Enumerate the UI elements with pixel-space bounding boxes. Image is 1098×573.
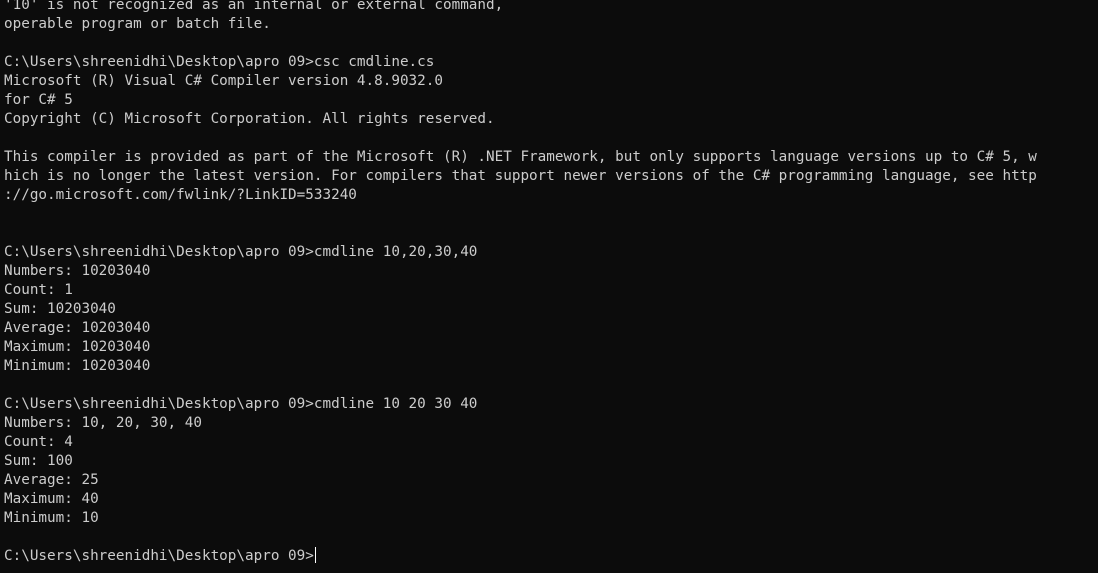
- output-line: Microsoft (R) Visual C# Compiler version…: [4, 73, 443, 89]
- output-line: ://go.microsoft.com/fwlink/?LinkID=53324…: [4, 187, 357, 203]
- output-line: for C# 5: [4, 92, 73, 108]
- output-line: Sum: 100: [4, 453, 73, 469]
- output-line: '10' is not recognized as an internal or…: [4, 0, 504, 13]
- output-line: Numbers: 10, 20, 30, 40: [4, 415, 202, 431]
- output-line: Count: 1: [4, 282, 73, 298]
- output-line: Sum: 10203040: [4, 301, 116, 317]
- output-line: Count: 4: [4, 434, 73, 450]
- output-line: Numbers: 10203040: [4, 263, 151, 279]
- command-line: C:\Users\shreenidhi\Desktop\apro 09>cmdl…: [4, 244, 478, 260]
- terminal-output: '10' is not recognized as an internal or…: [4, 0, 1098, 566]
- prompt-text: C:\Users\shreenidhi\Desktop\apro 09>: [4, 548, 314, 564]
- active-prompt-line[interactable]: C:\Users\shreenidhi\Desktop\apro 09>: [4, 547, 1098, 566]
- text-cursor: [314, 547, 316, 563]
- output-line: Maximum: 40: [4, 491, 99, 507]
- command-line: C:\Users\shreenidhi\Desktop\apro 09>cmdl…: [4, 396, 478, 412]
- command-line: C:\Users\shreenidhi\Desktop\apro 09>csc …: [4, 54, 435, 70]
- output-line: operable program or batch file.: [4, 16, 271, 32]
- output-line: Minimum: 10203040: [4, 358, 151, 374]
- output-line: Maximum: 10203040: [4, 339, 151, 355]
- output-line: hich is no longer the latest version. Fo…: [4, 168, 1037, 184]
- output-line: Average: 25: [4, 472, 99, 488]
- output-line: Copyright (C) Microsoft Corporation. All…: [4, 111, 495, 127]
- output-line: This compiler is provided as part of the…: [4, 149, 1037, 165]
- terminal-window[interactable]: '10' is not recognized as an internal or…: [0, 0, 1098, 573]
- output-line: Average: 10203040: [4, 320, 151, 336]
- output-line: Minimum: 10: [4, 510, 99, 526]
